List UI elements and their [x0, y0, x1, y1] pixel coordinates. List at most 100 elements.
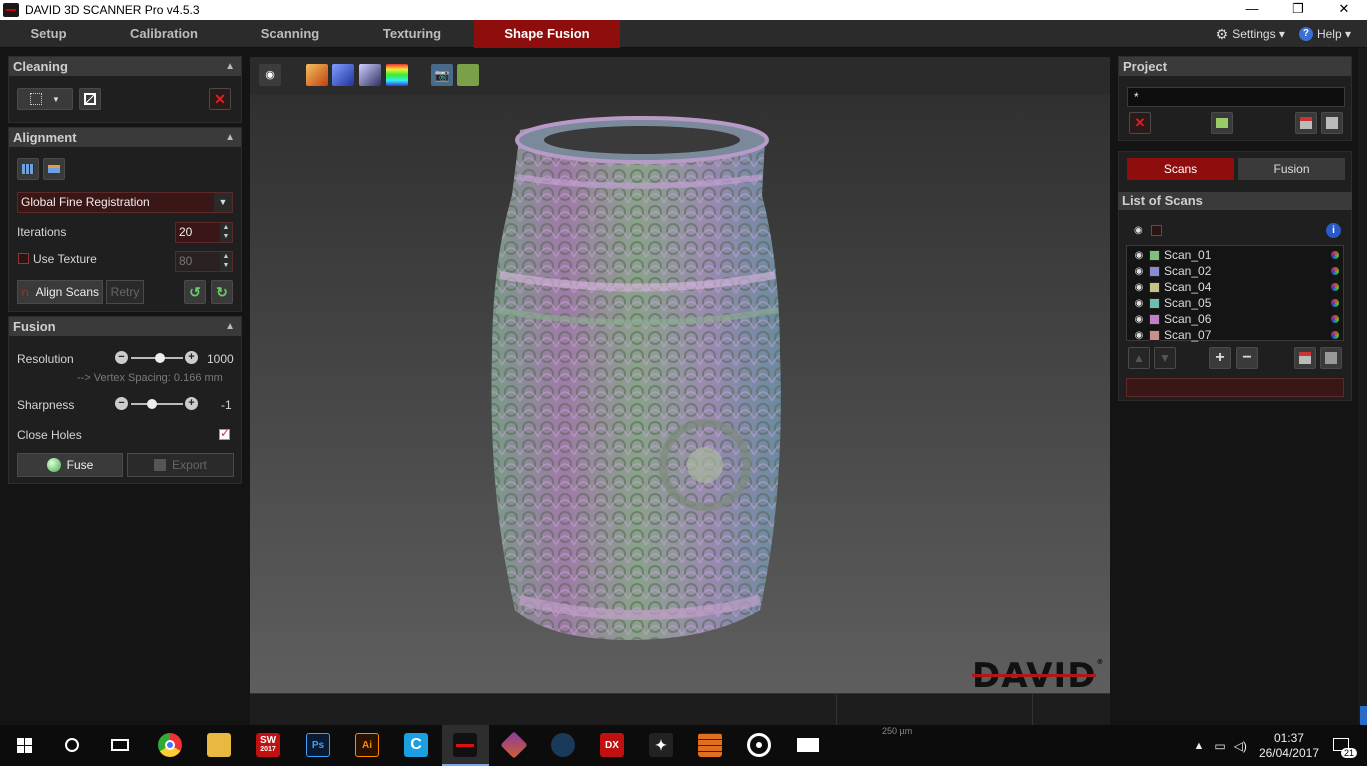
cube-app-icon[interactable] [500, 731, 528, 759]
invert-selection-button[interactable] [79, 88, 101, 110]
search-circle-icon[interactable] [60, 733, 84, 757]
close-project-button[interactable]: ✕ [1129, 112, 1151, 134]
fusion-header[interactable]: Fusion ▲ [9, 317, 241, 336]
scan-row[interactable]: ◉ Scan_02 [1127, 263, 1343, 279]
dx-app-icon[interactable]: DX [600, 733, 624, 757]
tab-shape-fusion[interactable]: Shape Fusion [474, 20, 620, 48]
solidworks-icon[interactable]: SW 2017 [256, 733, 280, 757]
notification-center-icon[interactable]: 21 [1331, 736, 1357, 758]
global-alignment-button[interactable] [43, 158, 65, 180]
scan-color-swatch[interactable] [1149, 297, 1160, 309]
app-c-icon[interactable]: C [404, 733, 428, 757]
tab-scans[interactable]: Scans [1127, 158, 1234, 180]
alignment-header[interactable]: Alignment ▲ [9, 128, 241, 147]
screenshot-button[interactable]: 📷 [431, 64, 453, 86]
right-scrollbar[interactable] [1358, 48, 1367, 725]
steam-icon[interactable] [551, 733, 575, 757]
color-mode-icon[interactable] [1331, 299, 1339, 307]
eye-icon[interactable]: ◉ [1133, 266, 1145, 277]
photoshop-icon[interactable]: Ps [306, 733, 330, 757]
color-mode-icon[interactable] [1331, 283, 1339, 291]
fuse-button[interactable]: Fuse [17, 453, 123, 477]
mail-icon[interactable] [796, 733, 820, 757]
alignment-method-select[interactable]: Global Fine Registration ▼ [17, 192, 233, 213]
3d-viewport[interactable] [250, 95, 1110, 693]
fused-vase-model[interactable] [250, 95, 1110, 693]
stepper-arrows-icon[interactable]: ▲ ▼ [220, 223, 232, 242]
settings-menu[interactable]: ⚙ Settings ▾ [1216, 26, 1285, 43]
save-all-scans-button[interactable] [1320, 347, 1342, 369]
tab-scanning[interactable]: Scanning [232, 20, 348, 48]
scan-row[interactable]: ◉ Scan_05 [1127, 295, 1343, 311]
brick-app-icon[interactable] [698, 733, 722, 757]
color-mode-icon[interactable] [1331, 251, 1339, 259]
target-app-icon[interactable] [747, 733, 771, 757]
scan-row[interactable]: ◉ Scan_01 [1127, 247, 1343, 263]
scan-color-swatch[interactable] [1149, 265, 1160, 277]
zbrush-icon[interactable]: ✦ [649, 733, 673, 757]
redo-alignment-button[interactable]: ↻ [211, 280, 233, 304]
color-mode-icon[interactable] [1331, 331, 1339, 339]
delete-selection-button[interactable]: ✕ [209, 88, 231, 110]
visibility-toggle-button[interactable]: ◉ [259, 64, 281, 86]
pair-alignment-button[interactable] [17, 158, 39, 180]
close-holes-checkbox[interactable] [219, 429, 230, 440]
scrollbar-thumb[interactable] [1360, 706, 1367, 725]
eye-icon[interactable]: ◉ [1133, 250, 1145, 261]
scan-color-swatch[interactable] [1149, 329, 1160, 341]
shaded-view-button[interactable] [332, 64, 354, 86]
iterations-stepper[interactable]: 20 ▲ ▼ [175, 222, 233, 243]
eye-icon[interactable]: ◉ [1133, 314, 1145, 325]
network-icon[interactable]: ▭ [1214, 739, 1225, 753]
chrome-icon[interactable] [158, 733, 182, 757]
plus-icon[interactable]: + [185, 397, 198, 410]
sharpness-slider-knob[interactable] [146, 399, 157, 409]
tab-texturing[interactable]: Texturing [354, 20, 470, 48]
windows-start-icon[interactable] [12, 733, 36, 757]
use-texture-checkbox[interactable] [18, 253, 29, 264]
minus-icon[interactable]: − [115, 397, 128, 410]
chevron-up-icon[interactable]: ▲ [1193, 740, 1204, 752]
info-icon[interactable]: i [1326, 223, 1341, 238]
restore-button[interactable]: ❐ [1275, 0, 1321, 20]
scan-color-swatch[interactable] [1149, 281, 1160, 293]
eye-icon[interactable]: ◉ [1133, 282, 1145, 293]
eye-icon[interactable]: ◉ [1133, 298, 1145, 309]
task-view-icon[interactable] [108, 733, 132, 757]
color-view-button[interactable] [386, 64, 408, 86]
save-project-button[interactable] [1321, 112, 1343, 134]
minus-icon[interactable]: − [115, 351, 128, 364]
light-view-button[interactable] [359, 64, 381, 86]
selection-mode-dropdown[interactable]: ▼ [17, 88, 73, 110]
help-menu[interactable]: ? Help ▾ [1298, 27, 1351, 41]
sharpness-slider[interactable] [131, 403, 183, 405]
file-explorer-icon[interactable] [207, 733, 231, 757]
align-scans-button[interactable]: ∩ Align Scans [17, 280, 103, 304]
tab-fusion[interactable]: Fusion [1238, 158, 1345, 180]
resolution-slider-knob[interactable] [154, 353, 165, 363]
eye-icon[interactable]: ◉ [1133, 330, 1145, 341]
add-scan-button[interactable]: + [1209, 347, 1231, 369]
speaker-icon[interactable]: ◁) [1234, 739, 1247, 753]
cleaning-header[interactable]: Cleaning ▲ [9, 57, 241, 76]
scan-row[interactable]: ◉ Scan_07 [1127, 327, 1343, 343]
undo-alignment-button[interactable]: ↺ [184, 280, 206, 304]
save-project-as-button[interactable] [1295, 112, 1317, 134]
open-folder-button[interactable] [457, 64, 479, 86]
minimize-button[interactable]: — [1229, 0, 1275, 20]
scan-color-swatch[interactable] [1149, 249, 1160, 261]
scan-color-swatch[interactable] [1149, 313, 1160, 325]
project-name-field[interactable]: * [1127, 87, 1345, 107]
import-project-button[interactable] [1211, 112, 1233, 134]
plus-icon[interactable]: + [185, 351, 198, 364]
scan-row[interactable]: ◉ Scan_04 [1127, 279, 1343, 295]
texture-view-button[interactable] [306, 64, 328, 86]
illustrator-icon[interactable]: Ai [355, 733, 379, 757]
clock[interactable]: 01:37 26/04/2017 [1259, 731, 1319, 761]
david-scanner-taskbar-icon[interactable] [453, 733, 477, 757]
tab-setup[interactable]: Setup [0, 20, 97, 48]
eye-icon[interactable]: ◉ [1134, 225, 1143, 236]
select-all-checkbox[interactable] [1151, 225, 1162, 236]
close-window-button[interactable]: ✕ [1321, 0, 1367, 20]
tab-calibration[interactable]: Calibration [104, 20, 224, 48]
